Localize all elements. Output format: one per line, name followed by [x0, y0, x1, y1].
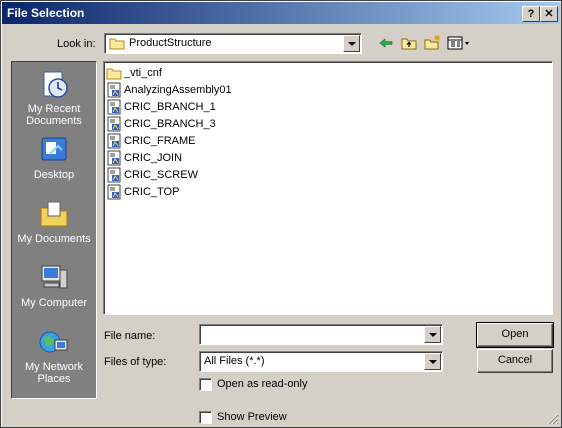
close-button[interactable]: ✕ — [540, 6, 558, 22]
recent-documents-icon — [43, 71, 68, 98]
place-label: My Documents — [17, 233, 91, 245]
product-file-icon — [107, 150, 121, 166]
up-folder-icon[interactable] — [400, 34, 418, 52]
my-computer-icon — [41, 265, 68, 289]
product-file-icon — [107, 82, 121, 98]
my-documents-icon — [40, 201, 68, 227]
place-recent-documents[interactable]: My Recent Documents — [12, 68, 96, 127]
product-file-icon — [107, 167, 121, 183]
open-button[interactable]: Open — [476, 322, 554, 348]
look-in-combo[interactable]: ProductStructure — [104, 33, 362, 54]
read-only-label: Open as read-only — [217, 378, 308, 390]
network-places-icon — [39, 331, 68, 353]
place-my-computer[interactable]: My Computer — [12, 262, 96, 309]
files-of-type-dropdown-button[interactable] — [424, 353, 441, 370]
back-icon[interactable] — [377, 34, 395, 52]
help-button[interactable]: ? — [522, 6, 540, 22]
view-menu-icon[interactable] — [447, 34, 471, 52]
file-name-label: File name: — [104, 330, 156, 342]
look-in-value: ProductStructure — [129, 37, 212, 49]
product-file-icon — [107, 133, 121, 149]
file-selection-dialog: File Selection ? ✕ Look in: ProductStruc… — [0, 0, 562, 428]
place-desktop[interactable]: Desktop — [12, 134, 96, 181]
place-label: Desktop — [33, 169, 75, 181]
places-bar: My Recent Documents Desktop My Documents — [11, 61, 97, 399]
cancel-button[interactable]: Cancel — [477, 349, 553, 373]
product-file-icon — [107, 116, 121, 132]
new-folder-icon[interactable] — [423, 34, 441, 52]
product-file-icon — [107, 99, 121, 115]
window-title: File Selection — [7, 6, 85, 20]
look-in-label: Look in: — [57, 38, 96, 50]
files-of-type-label: Files of type: — [104, 356, 167, 368]
resize-grip-icon[interactable] — [547, 413, 559, 425]
place-label: My Network Places — [24, 361, 84, 385]
files-of-type-select[interactable]: All Files (*.*) — [199, 351, 443, 372]
look-in-dropdown-button[interactable] — [343, 35, 360, 52]
read-only-checkbox[interactable] — [199, 378, 212, 391]
product-file-icon — [107, 184, 121, 200]
place-label: My Recent Documents — [26, 103, 82, 127]
place-network-places[interactable]: My Network Places — [12, 326, 96, 385]
place-label: My Computer — [20, 297, 88, 309]
desktop-icon — [41, 137, 67, 161]
title-bar[interactable]: File Selection ? ✕ — [2, 2, 560, 24]
show-preview-label: Show Preview — [217, 411, 287, 423]
file-name-dropdown-button[interactable] — [424, 326, 441, 343]
folder-icon — [106, 68, 122, 80]
files-of-type-value: All Files (*.*) — [204, 355, 265, 367]
place-my-documents[interactable]: My Documents — [12, 198, 96, 245]
folder-icon — [109, 38, 125, 50]
file-list[interactable]: _vti_cnf AnalyzingAssembly01 CRIC_BRANCH… — [103, 61, 553, 315]
show-preview-checkbox[interactable] — [199, 411, 212, 424]
file-name-input[interactable] — [199, 324, 443, 345]
